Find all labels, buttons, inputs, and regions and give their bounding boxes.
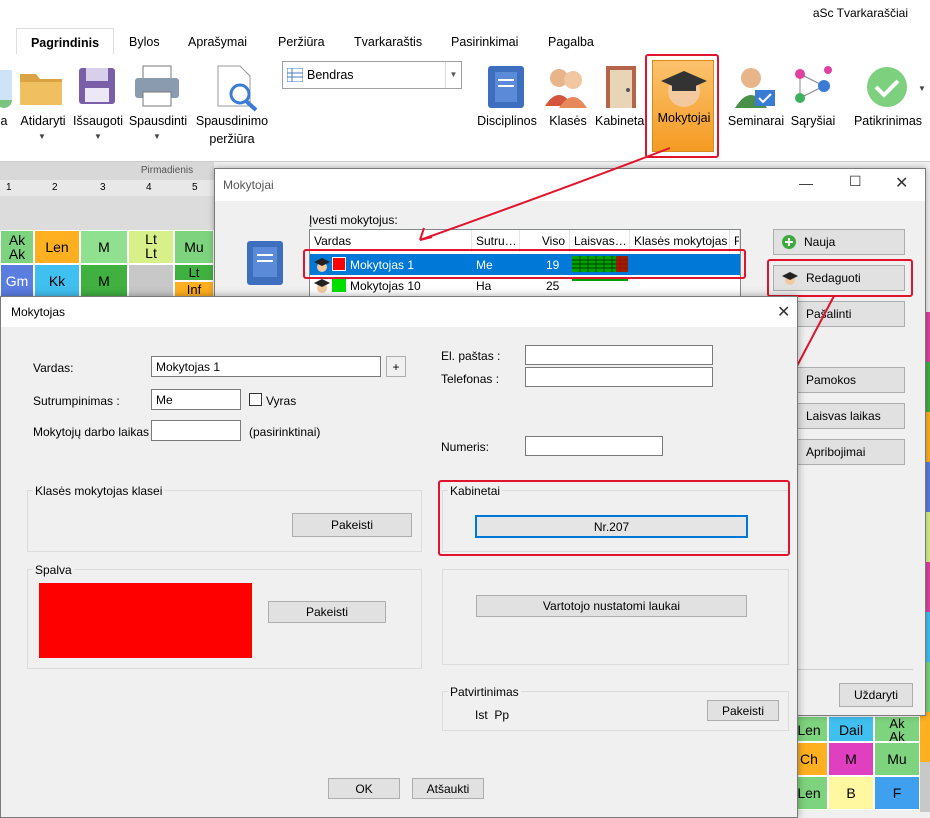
confirm-value: Ist Pp [475, 708, 510, 722]
ok-button[interactable]: OK [328, 778, 400, 799]
change-class-button[interactable]: Pakeisti [292, 513, 412, 537]
change-color-button[interactable]: Pakeisti [268, 601, 386, 623]
change-confirm-button[interactable]: Pakeisti [707, 700, 779, 721]
cancel-button[interactable]: Atšaukti [412, 778, 484, 799]
teacher-dialog-titlebar: Mokytojas ✕ [1, 297, 797, 327]
class-teacher-group-title: Klasės mokytojas klasei [33, 484, 165, 498]
name-input[interactable] [151, 356, 381, 377]
number-label: Numeris: [441, 440, 490, 454]
color-preview[interactable] [39, 583, 252, 658]
email-label: El. paštas : [441, 349, 501, 363]
abbr-label: Sutrumpinimas : [33, 394, 120, 408]
male-checkbox[interactable] [249, 393, 262, 406]
name-label: Vardas: [33, 361, 74, 375]
teacher-dialog-title: Mokytojas [11, 305, 66, 319]
number-input[interactable] [525, 436, 663, 456]
highlight-rooms-group [438, 480, 790, 556]
teacher-dialog: Mokytojas ✕ Vardas: + Sutrumpinimas : Vy… [0, 296, 798, 818]
phone-label: Telefonas : [441, 372, 500, 386]
close-icon[interactable]: ✕ [777, 302, 790, 322]
phone-input[interactable] [525, 367, 713, 387]
email-input[interactable] [525, 345, 713, 365]
abbr-input[interactable] [151, 389, 241, 410]
worktime-input[interactable] [151, 420, 241, 441]
male-label: Vyras [266, 394, 297, 408]
custom-fields-button[interactable]: Vartotojo nustatomi laukai [476, 595, 747, 617]
custom-fields-group [442, 569, 789, 665]
worktime-label: Mokytojų darbo laikas [33, 425, 150, 439]
name-plus-button[interactable]: + [386, 356, 406, 377]
color-group-title: Spalva [33, 563, 74, 577]
confirm-group-title: Patvirtinimas [448, 685, 521, 699]
optional-label: (pasirinktinai) [249, 425, 321, 439]
